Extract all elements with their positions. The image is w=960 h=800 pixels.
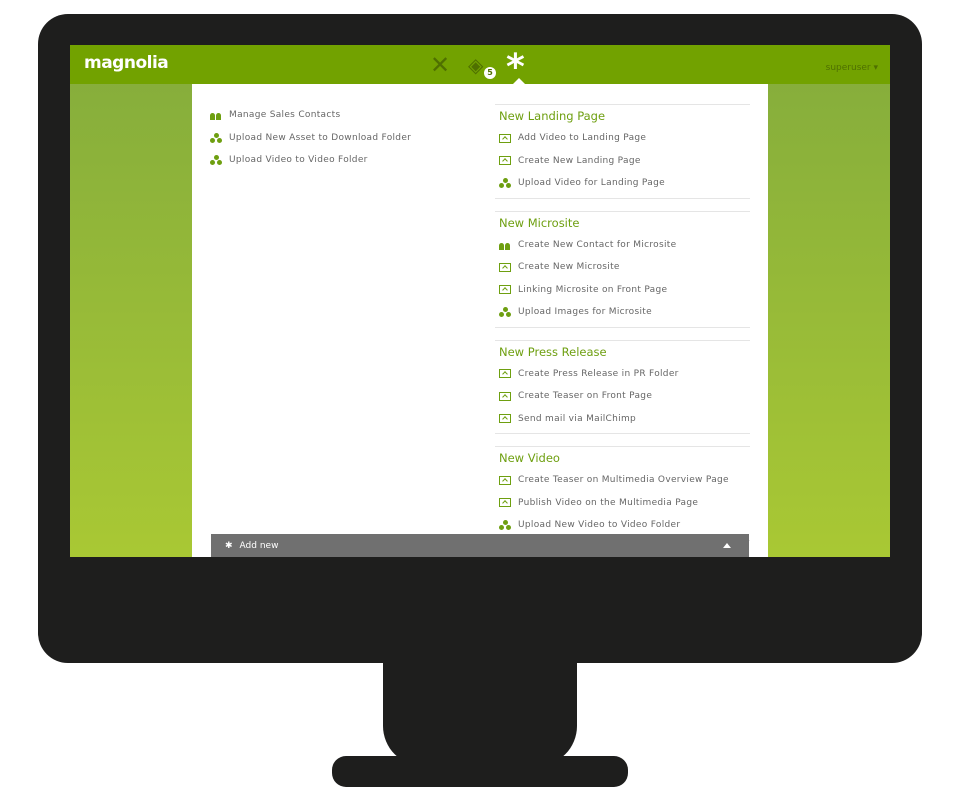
page-icon: [499, 133, 511, 143]
group-items: Create Teaser on Multimedia Overview Pag…: [495, 469, 750, 541]
page-icon: [499, 475, 511, 485]
favorite-item[interactable]: Publish Video on the Multimedia Page: [495, 492, 750, 515]
apps-icon[interactable]: ✕: [430, 51, 450, 79]
favorite-group: New Press Release Create Press Release in…: [495, 339, 750, 434]
group-title[interactable]: New Landing Page: [495, 105, 750, 127]
assets-icon: [499, 307, 511, 318]
add-new-bar[interactable]: ✱ Add new: [211, 534, 749, 557]
group-title[interactable]: New Microsite: [495, 212, 750, 234]
contacts-icon: [499, 240, 511, 250]
favorite-item[interactable]: Upload Video for Landing Page: [495, 172, 750, 195]
favorite-item-label: Linking Microsite on Front Page: [518, 284, 668, 295]
group-items: Add Video to Landing Page Create New Land…: [495, 127, 750, 199]
favorite-item-label: Create New Microsite: [518, 262, 620, 273]
pulse-icon[interactable]: ◈: [468, 53, 483, 77]
page-icon: [499, 498, 511, 508]
add-new-label: Add new: [239, 541, 279, 551]
group-title[interactable]: New Press Release: [495, 341, 750, 363]
favorite-groups: New Landing Page Add Video to Landing Pag…: [495, 104, 750, 553]
favorite-item-label: Create Press Release in PR Folder: [518, 368, 679, 379]
magnolia-logo: magnolia: [84, 53, 169, 73]
pulse-badge: 5: [484, 67, 496, 79]
favorite-item-label: Create Teaser on Multimedia Overview Pag…: [518, 475, 729, 486]
favorite-item[interactable]: Create Teaser on Front Page: [495, 385, 750, 408]
assets-icon: [499, 520, 511, 531]
favorite-item[interactable]: Manage Sales Contacts: [210, 104, 411, 127]
app-header: magnolia ✕ ◈ 5 * superuser ▾: [70, 45, 890, 88]
favorite-item[interactable]: Upload Video to Video Folder: [210, 149, 411, 172]
page-icon: [499, 262, 511, 272]
page-icon: [499, 369, 511, 379]
favorite-item-label: Create New Landing Page: [518, 155, 641, 166]
favorite-item-label: Upload Video to Video Folder: [229, 155, 368, 166]
favorite-group: New Landing Page Add Video to Landing Pag…: [495, 104, 750, 199]
user-menu[interactable]: superuser ▾: [826, 63, 878, 73]
expand-up-icon[interactable]: [723, 543, 731, 548]
favorite-item-label: Publish Video on the Multimedia Page: [518, 497, 699, 508]
group-items: Create Press Release in PR Folder Create …: [495, 363, 750, 434]
favorite-item[interactable]: Upload New Asset to Download Folder: [210, 127, 411, 150]
favorite-item[interactable]: Upload Images for Microsite: [495, 301, 750, 324]
favorite-group: New Video Create Teaser on Multimedia Ove…: [495, 446, 750, 541]
group-items: Create New Contact for Microsite Create N…: [495, 234, 750, 328]
page-icon: [499, 285, 511, 295]
favorite-item[interactable]: Create Press Release in PR Folder: [495, 363, 750, 386]
group-title[interactable]: New Video: [495, 447, 750, 469]
favorite-item-label: Create Teaser on Front Page: [518, 391, 653, 402]
favorite-item-label: Upload New Asset to Download Folder: [229, 132, 412, 143]
page-icon: [499, 156, 511, 166]
favorite-item-label: Create New Contact for Microsite: [518, 239, 677, 250]
favorite-item-label: Upload Video for Landing Page: [518, 178, 665, 189]
favorite-item-label: Add Video to Landing Page: [518, 133, 647, 144]
page-icon: [499, 391, 511, 401]
favorite-item[interactable]: Create New Microsite: [495, 256, 750, 279]
favorites-list: Manage Sales Contacts Upload New Asset to…: [210, 104, 411, 172]
monitor-stand: [383, 662, 577, 766]
favorite-item[interactable]: Create Teaser on Multimedia Overview Pag…: [495, 469, 750, 492]
favorite-group: New Microsite Create New Contact for Micr…: [495, 210, 750, 328]
screen: magnolia ✕ ◈ 5 * superuser ▾ Manage Sale…: [70, 45, 890, 557]
favorite-item-label: Manage Sales Contacts: [229, 110, 341, 121]
contacts-icon: [210, 110, 222, 121]
assets-icon: [499, 178, 511, 189]
favorite-item-label: Send mail via MailChimp: [518, 413, 637, 424]
page-icon: [499, 414, 511, 424]
favorite-item-label: Upload Images for Microsite: [518, 307, 652, 318]
favorite-item[interactable]: Add Video to Landing Page: [495, 127, 750, 150]
favorite-item[interactable]: Linking Microsite on Front Page: [495, 279, 750, 302]
favorite-item[interactable]: Create New Landing Page: [495, 150, 750, 173]
assets-icon: [210, 155, 222, 166]
favorite-item-label: Upload New Video to Video Folder: [518, 520, 681, 531]
add-favorite-icon: ✱: [225, 541, 233, 551]
monitor-base: [332, 756, 628, 787]
favorites-panel: Manage Sales Contacts Upload New Asset to…: [192, 84, 768, 557]
assets-icon: [210, 132, 222, 143]
favorite-item[interactable]: Create New Contact for Microsite: [495, 234, 750, 257]
favorite-item[interactable]: Send mail via MailChimp: [495, 408, 750, 431]
